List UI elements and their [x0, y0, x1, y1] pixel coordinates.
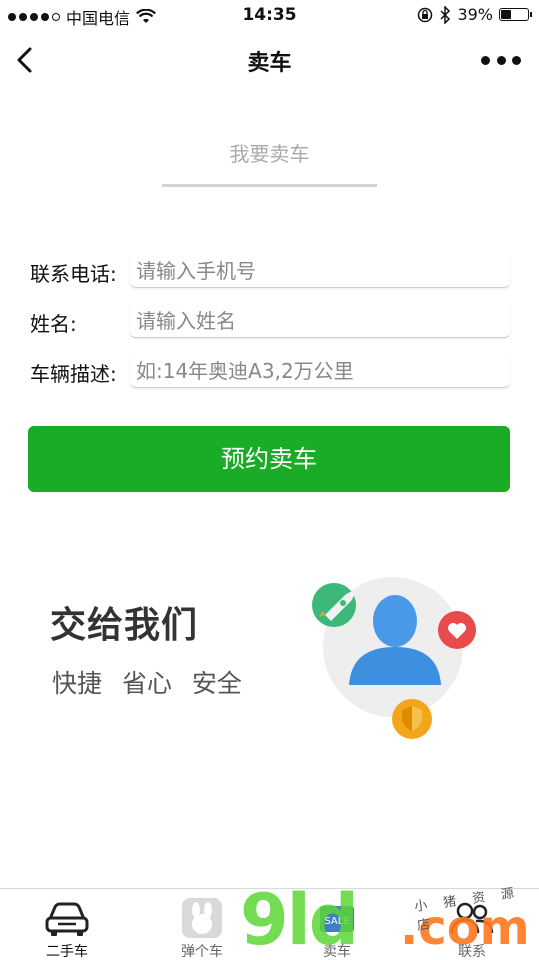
- sale-icon: SALE: [320, 906, 354, 932]
- promo-subtitle: 快捷 省心 安全: [52, 669, 242, 698]
- contacts-icon: [450, 902, 494, 934]
- orientation-lock-icon: [418, 7, 433, 22]
- chevron-left-icon: [17, 47, 32, 73]
- tab-underline: [162, 184, 377, 187]
- bluetooth-icon: [440, 5, 451, 24]
- name-input[interactable]: [130, 304, 510, 338]
- promo-graphic: [312, 577, 476, 739]
- name-row: 姓名:: [30, 304, 510, 340]
- promo-title: 交给我们: [50, 605, 199, 646]
- more-dots-icon: [481, 55, 490, 65]
- battery-percent: 39%: [457, 5, 493, 24]
- tab-label: 卖车: [323, 944, 351, 960]
- heart-icon: [438, 611, 476, 649]
- shield-icon: [392, 699, 432, 739]
- status-bar: 中国电信 14:35 39%: [0, 0, 539, 30]
- description-input[interactable]: [130, 354, 510, 388]
- rocket-icon: [312, 583, 356, 627]
- car-icon: [45, 902, 89, 936]
- back-button[interactable]: [12, 42, 42, 78]
- description-row: 车辆描述:: [30, 354, 510, 390]
- tab-used-cars[interactable]: 二手车: [0, 889, 134, 960]
- svg-text:SALE: SALE: [324, 916, 349, 927]
- tab-sell-car[interactable]: 我要卖车: [162, 138, 377, 167]
- submit-sell-button[interactable]: 预约卖车: [28, 426, 510, 492]
- phone-row: 联系电话:: [30, 254, 510, 290]
- status-right: 39%: [417, 5, 532, 24]
- battery-icon: [499, 8, 532, 21]
- page-title: 卖车: [247, 51, 292, 76]
- rabbit-app-icon: [182, 898, 222, 938]
- tab-label: 联系: [458, 944, 486, 960]
- phone-input[interactable]: [130, 254, 510, 288]
- tab-bar: 二手车 弹个车 SALE 卖车 联系: [0, 888, 539, 960]
- tab-sell-car-bottom[interactable]: SALE 卖车: [270, 889, 404, 960]
- tab-contact[interactable]: 联系: [405, 889, 539, 960]
- nav-bar: 卖车: [0, 30, 539, 90]
- name-label: 姓名:: [30, 312, 77, 336]
- description-label: 车辆描述:: [30, 362, 117, 386]
- tab-label: 二手车: [46, 944, 88, 960]
- phone-label: 联系电话:: [30, 262, 117, 286]
- tab-label: 弹个车: [181, 944, 223, 960]
- tab-tangeche[interactable]: 弹个车: [135, 889, 269, 960]
- more-button[interactable]: [481, 48, 521, 72]
